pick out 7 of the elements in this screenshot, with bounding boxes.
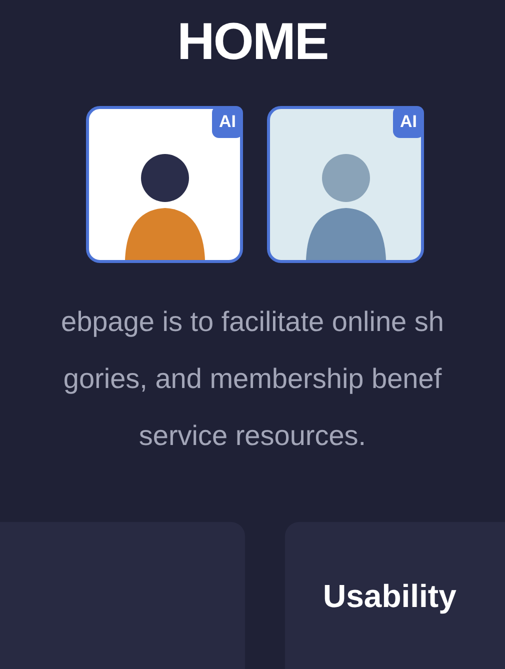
card-title: Usability bbox=[323, 578, 456, 614]
ai-badge: AI bbox=[393, 106, 424, 138]
page-title: HOME bbox=[177, 16, 328, 68]
description-text: service resources. bbox=[138, 419, 366, 453]
ai-badge: AI bbox=[212, 106, 243, 138]
description-text: gories, and membership benef bbox=[63, 362, 442, 396]
description-text: ebpage is to facilitate online sh bbox=[61, 305, 444, 339]
